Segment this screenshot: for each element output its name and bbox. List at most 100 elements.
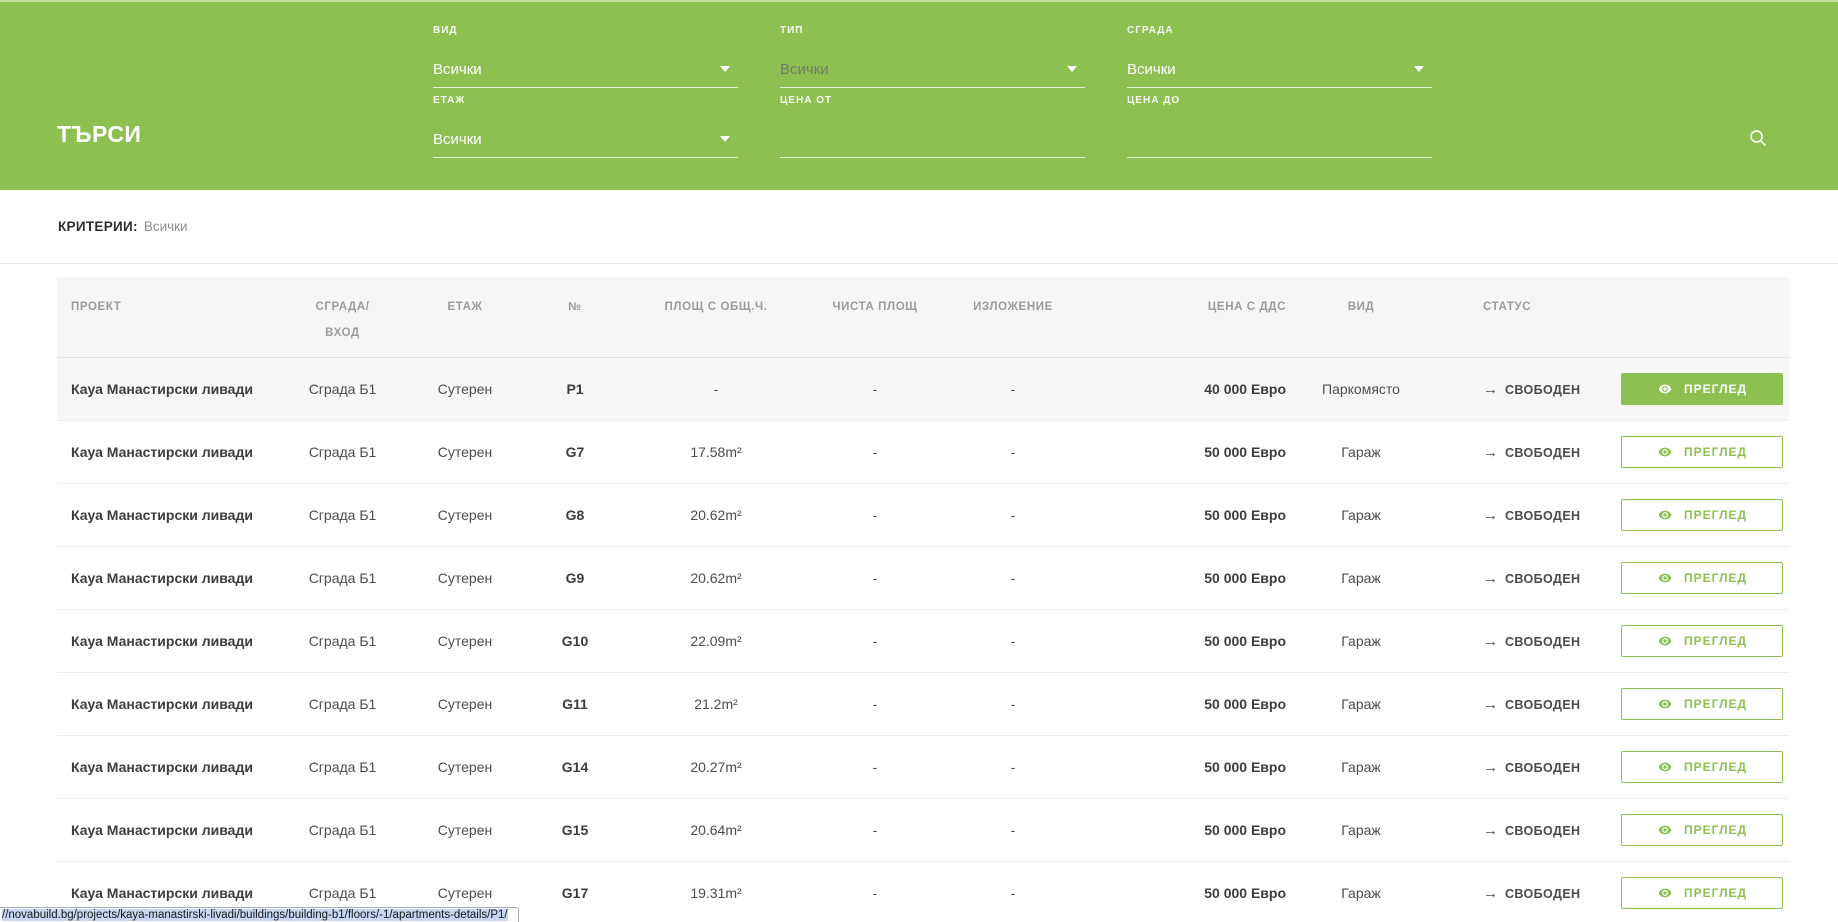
preview-button[interactable]: ПРЕГЛЕД	[1621, 373, 1783, 405]
preview-button-label: ПРЕГЛЕД	[1684, 508, 1747, 522]
preview-button[interactable]: ПРЕГЛЕД	[1621, 625, 1783, 657]
cell-project: Кауа Манастирски ливади	[57, 570, 265, 586]
table-row[interactable]: Кауа Манастирски ливади Сграда Б1 Сутере…	[57, 484, 1790, 547]
filter-selected-value: Всички	[433, 131, 738, 148]
filter-label: ЕТАЖ	[433, 95, 738, 106]
cell-type: Гараж	[1311, 444, 1411, 460]
cell-exposure: -	[958, 633, 1068, 649]
cell-action: ПРЕГЛЕД	[1580, 814, 1790, 846]
preview-button[interactable]: ПРЕГЛЕД	[1621, 688, 1783, 720]
table-row[interactable]: Кауа Манастирски ливади Сграда Б1 Сутере…	[57, 673, 1790, 736]
filter-selected-value: Всички	[780, 61, 1085, 78]
status-label: СВОБОДЕН	[1505, 383, 1580, 397]
cell-status: → СВОБОДЕН	[1411, 885, 1580, 902]
status-label: СВОБОДЕН	[1505, 698, 1580, 712]
column-header: ИЗЛОЖЕНИЕ	[958, 277, 1068, 357]
cell-action: ПРЕГЛЕД	[1580, 562, 1790, 594]
status-arrow-icon: →	[1483, 885, 1498, 902]
cell-status: → СВОБОДЕН	[1411, 381, 1580, 398]
filter-selected-value: Всички	[1127, 61, 1432, 78]
cell-project: Кауа Манастирски ливади	[57, 822, 265, 838]
search-header: ТЪРСИ ВИД Всички ТИП Всички СГРАДА Всичк…	[0, 0, 1838, 190]
table-row[interactable]: Кауа Манастирски ливади Сграда Б1 Сутере…	[57, 547, 1790, 610]
preview-button[interactable]: ПРЕГЛЕД	[1621, 814, 1783, 846]
criteria-label: КРИТЕРИИ:	[58, 219, 138, 234]
eye-icon	[1656, 697, 1674, 711]
criteria-bar: КРИТЕРИИ: Всички	[0, 190, 1838, 264]
column-header: ЕТАЖ	[420, 277, 510, 357]
column-header: СТАТУС	[1411, 277, 1580, 357]
cell-price: 50 000 Евро	[1068, 696, 1311, 712]
cell-net-area: -	[792, 633, 958, 649]
cell-exposure: -	[958, 381, 1068, 397]
status-arrow-icon: →	[1483, 507, 1498, 524]
cell-exposure: -	[958, 696, 1068, 712]
search-button[interactable]	[1746, 127, 1770, 151]
filter-select[interactable]: СГРАДА Всички	[1127, 25, 1432, 88]
cell-project: Кауа Манастирски ливади	[57, 633, 265, 649]
status-label: СВОБОДЕН	[1505, 761, 1580, 775]
cell-floor: Сутерен	[420, 507, 510, 523]
status-arrow-icon: →	[1483, 381, 1498, 398]
cell-price: 50 000 Евро	[1068, 885, 1311, 901]
preview-button-label: ПРЕГЛЕД	[1684, 760, 1747, 774]
cell-area: 22.09m²	[640, 633, 792, 649]
cell-area: -	[640, 381, 792, 397]
preview-button[interactable]: ПРЕГЛЕД	[1621, 436, 1783, 468]
table-row[interactable]: Кауа Манастирски ливади Сграда Б1 Сутере…	[57, 421, 1790, 484]
filter-input-value	[1127, 131, 1432, 148]
status-label: СВОБОДЕН	[1505, 887, 1580, 901]
cell-number: G10	[510, 633, 640, 649]
search-filters: ВИД Всички ТИП Всички СГРАДА Всички ЕТАЖ…	[433, 25, 1432, 158]
filter-input[interactable]: ЦЕНА ОТ	[780, 95, 1085, 158]
preview-button-label: ПРЕГЛЕД	[1684, 382, 1747, 396]
cell-price: 50 000 Евро	[1068, 444, 1311, 460]
cell-project: Кауа Манастирски ливади	[57, 381, 265, 397]
cell-building: Сграда Б1	[265, 885, 420, 901]
status-arrow-icon: →	[1483, 633, 1498, 650]
table-row[interactable]: Кауа Манастирски ливади Сграда Б1 Сутере…	[57, 358, 1790, 421]
filter-label: ТИП	[780, 25, 1085, 36]
cell-action: ПРЕГЛЕД	[1580, 499, 1790, 531]
cell-area: 20.27m²	[640, 759, 792, 775]
filter-select[interactable]: ЕТАЖ Всички	[433, 95, 738, 158]
table-row[interactable]: Кауа Манастирски ливади Сграда Б1 Сутере…	[57, 610, 1790, 673]
table-row[interactable]: Кауа Манастирски ливади Сграда Б1 Сутере…	[57, 799, 1790, 862]
cell-status: →СВОБОДЕН	[1411, 570, 1580, 587]
chevron-down-icon	[1414, 66, 1424, 72]
filter-label: ВИД	[433, 25, 738, 36]
cell-area: 20.62m²	[640, 507, 792, 523]
filter-input[interactable]: ЦЕНА ДО	[1127, 95, 1432, 158]
cell-status: →СВОБОДЕН	[1411, 822, 1580, 839]
status-arrow-icon: →	[1483, 570, 1498, 587]
preview-button-label: ПРЕГЛЕД	[1684, 886, 1747, 900]
preview-button-label: ПРЕГЛЕД	[1684, 697, 1747, 711]
cell-area: 20.64m²	[640, 822, 792, 838]
cell-type: Гараж	[1311, 633, 1411, 649]
preview-button[interactable]: ПРЕГЛЕД	[1621, 877, 1783, 909]
preview-button[interactable]: ПРЕГЛЕД	[1621, 562, 1783, 594]
cell-building: Сграда Б1	[265, 507, 420, 523]
preview-button[interactable]: ПРЕГЛЕД	[1621, 751, 1783, 783]
filter-select[interactable]: ТИП Всички	[780, 25, 1085, 88]
eye-icon	[1656, 886, 1674, 900]
preview-button[interactable]: ПРЕГЛЕД	[1621, 499, 1783, 531]
column-header	[1580, 277, 1790, 357]
cell-exposure: -	[958, 822, 1068, 838]
cell-type: Гараж	[1311, 570, 1411, 586]
browser-status-url: //novabuild.bg/projects/kaya-manastirski…	[0, 907, 519, 922]
cell-type: Гараж	[1311, 696, 1411, 712]
cell-project: Кауа Манастирски ливади	[57, 507, 265, 523]
cell-building: Сграда Б1	[265, 381, 420, 397]
cell-floor: Сутерен	[420, 759, 510, 775]
column-header: ПЛОЩ С ОБЩ.Ч.	[640, 277, 792, 357]
cell-floor: Сутерен	[420, 885, 510, 901]
eye-icon	[1656, 508, 1674, 522]
cell-type: Паркомясто	[1311, 381, 1411, 397]
topbar-highlight	[0, 0, 1838, 2]
cell-net-area: -	[792, 885, 958, 901]
table-row[interactable]: Кауа Манастирски ливади Сграда Б1 Сутере…	[57, 736, 1790, 799]
preview-button-label: ПРЕГЛЕД	[1684, 571, 1747, 585]
status-arrow-icon: →	[1483, 759, 1498, 776]
filter-select[interactable]: ВИД Всички	[433, 25, 738, 88]
